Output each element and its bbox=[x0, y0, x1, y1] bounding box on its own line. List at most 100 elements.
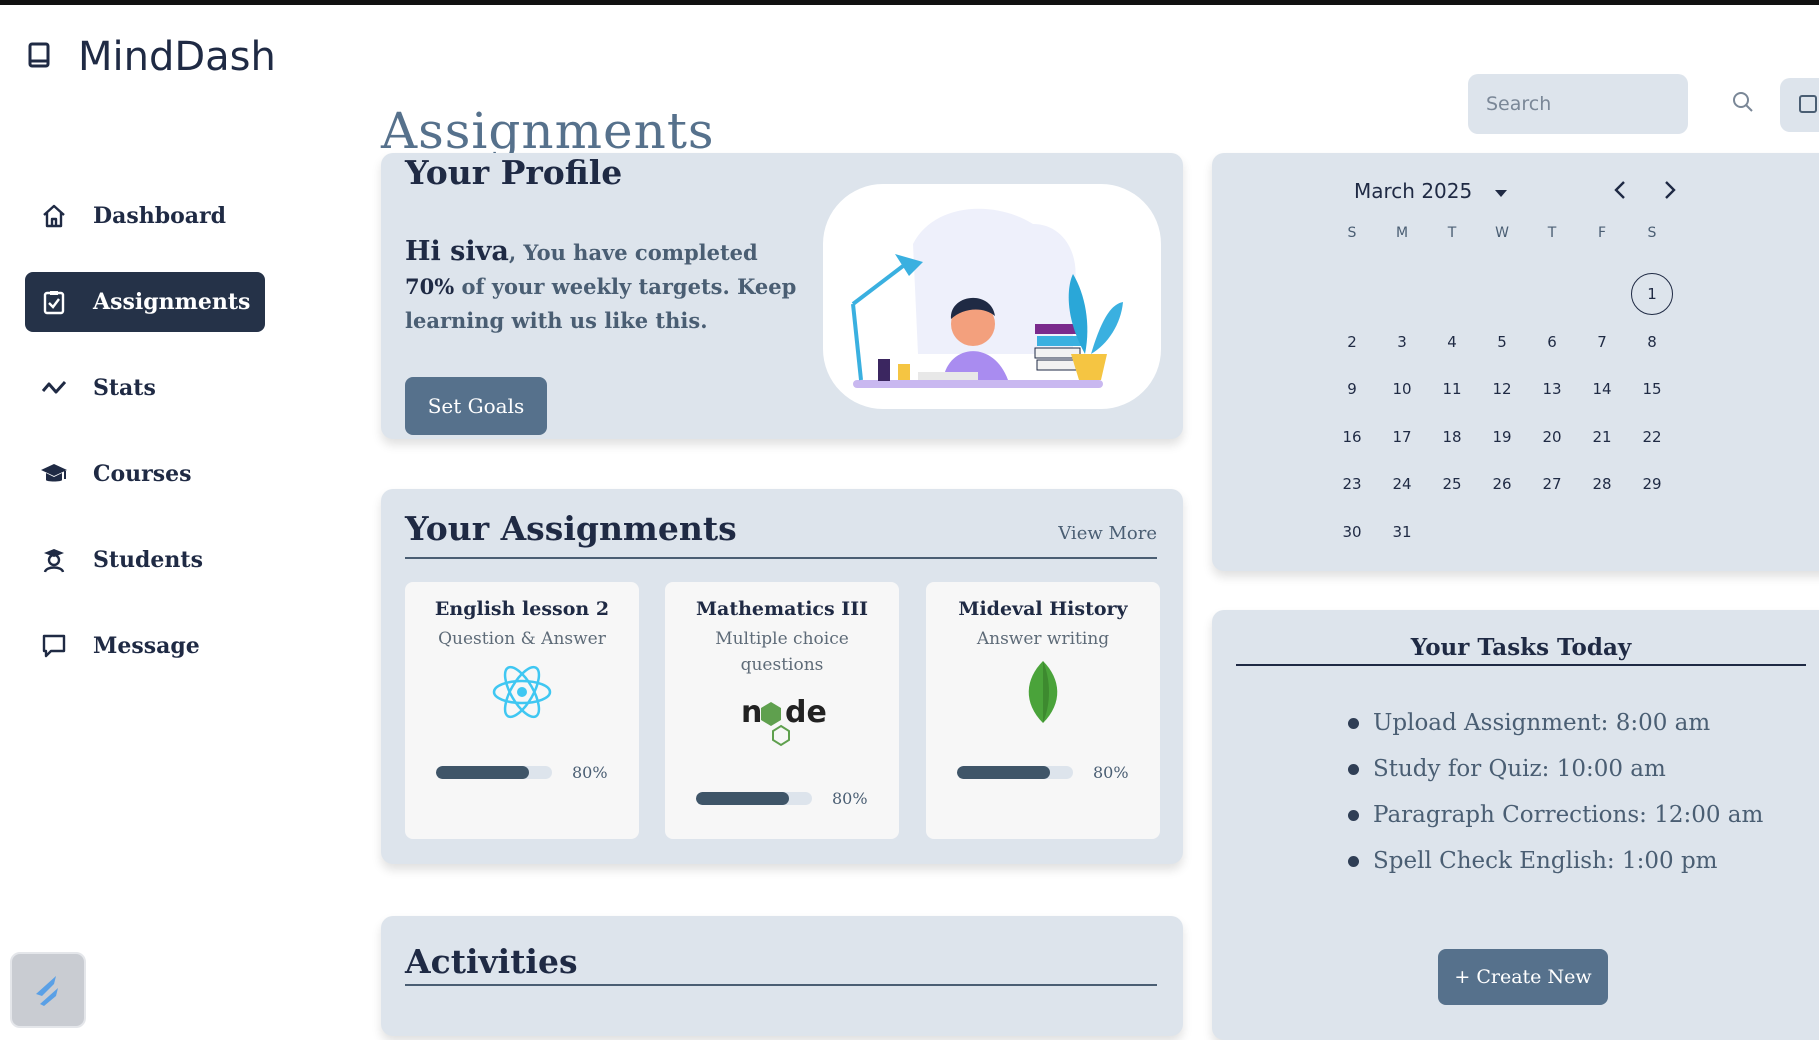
sidebar-item-students[interactable]: Students bbox=[25, 530, 265, 590]
weekday-header: S bbox=[1647, 225, 1657, 241]
chat-icon bbox=[39, 631, 69, 661]
calendar-day[interactable]: 16 bbox=[1327, 413, 1377, 461]
assignment-subtitle: Answer writing bbox=[976, 629, 1110, 649]
sidebar-item-assignments[interactable]: Assignments bbox=[25, 272, 265, 332]
sidebar-item-label: Courses bbox=[93, 461, 192, 487]
weekday-header: F bbox=[1597, 225, 1607, 241]
calendar-day[interactable]: 12 bbox=[1477, 366, 1527, 414]
calendar-day[interactable]: 24 bbox=[1377, 461, 1427, 509]
set-goals-button[interactable]: Set Goals bbox=[405, 377, 547, 435]
graduation-cap-icon bbox=[39, 459, 69, 489]
divider bbox=[405, 557, 1157, 559]
assignment-subtitle: Question & Answer bbox=[438, 629, 606, 649]
calendar-day[interactable]: 15 bbox=[1627, 366, 1677, 414]
calendar-day[interactable]: 29 bbox=[1627, 461, 1677, 509]
calendar-day[interactable]: 9 bbox=[1327, 366, 1377, 414]
calendar-day[interactable]: 30 bbox=[1327, 508, 1377, 556]
sidebar-item-courses[interactable]: Courses bbox=[25, 444, 265, 504]
calendar-day[interactable]: 1 bbox=[1627, 271, 1677, 319]
assignment-card[interactable]: Mideval History Answer writing 80% bbox=[926, 582, 1160, 839]
sidebar-item-stats[interactable]: Stats bbox=[25, 358, 265, 418]
calendar-day[interactable]: 2 bbox=[1327, 318, 1377, 366]
assignment-title: Mathematics III bbox=[696, 598, 868, 620]
svg-text:n: n bbox=[741, 695, 762, 730]
assignments-card: Your Assignments View More English lesso… bbox=[381, 489, 1183, 864]
month-label: March 2025 bbox=[1354, 179, 1473, 203]
calendar-day[interactable]: 20 bbox=[1527, 413, 1577, 461]
activities-title: Activities bbox=[405, 942, 578, 981]
calendar-day[interactable]: 3 bbox=[1377, 318, 1427, 366]
chevron-right-icon[interactable] bbox=[1662, 179, 1678, 205]
sidebar-item-message[interactable]: Message bbox=[25, 616, 265, 676]
progress-bar bbox=[957, 766, 1073, 779]
divider bbox=[405, 984, 1157, 986]
calendar-day[interactable]: 10 bbox=[1377, 366, 1427, 414]
calendar-day[interactable]: 5 bbox=[1477, 318, 1527, 366]
calendar-day[interactable]: 13 bbox=[1527, 366, 1577, 414]
calendar-day[interactable]: 19 bbox=[1477, 413, 1527, 461]
calendar-day[interactable]: 14 bbox=[1577, 366, 1627, 414]
assignment-card[interactable]: English lesson 2 Question & Answer 80% bbox=[405, 582, 639, 839]
activities-card: Activities bbox=[381, 916, 1183, 1036]
view-more-link[interactable]: View More bbox=[1058, 523, 1157, 544]
assignment-title: English lesson 2 bbox=[434, 598, 610, 620]
task-item: Spell Check English: 1:00 pm bbox=[1348, 838, 1763, 884]
calendar-empty-cell bbox=[1327, 271, 1377, 319]
node-logo-icon: n de bbox=[737, 686, 827, 750]
react-logo-icon bbox=[477, 660, 567, 724]
calendar-day[interactable]: 4 bbox=[1427, 318, 1477, 366]
weekday-header: T bbox=[1547, 225, 1557, 241]
sidebar-item-dashboard[interactable]: Dashboard bbox=[25, 186, 265, 246]
weekday-header: M bbox=[1395, 225, 1409, 241]
calendar-day[interactable]: 31 bbox=[1377, 508, 1427, 556]
calendar-day[interactable]: 18 bbox=[1427, 413, 1477, 461]
search-box bbox=[1468, 74, 1753, 134]
month-navigation bbox=[1612, 179, 1678, 205]
chevron-left-icon[interactable] bbox=[1612, 179, 1628, 205]
top-border bbox=[0, 0, 1819, 5]
progress-bar bbox=[696, 792, 812, 805]
brand-name: MindDash bbox=[78, 34, 276, 80]
assignment-progress: 80% bbox=[436, 763, 608, 782]
calendar-day[interactable]: 8 bbox=[1627, 318, 1677, 366]
search-icon[interactable] bbox=[1731, 90, 1755, 118]
calendar-day[interactable]: 28 bbox=[1577, 461, 1627, 509]
task-item: Upload Assignment: 8:00 am bbox=[1348, 700, 1763, 746]
create-new-button[interactable]: + Create New bbox=[1438, 949, 1608, 1005]
assignment-card[interactable]: Mathematics III Multiple choice question… bbox=[665, 582, 899, 839]
calendar-day[interactable]: 25 bbox=[1427, 461, 1477, 509]
extension-button[interactable] bbox=[10, 952, 86, 1028]
calendar-empty-cell bbox=[1527, 508, 1577, 556]
task-item: Study for Quiz: 10:00 am bbox=[1348, 746, 1763, 792]
sidebar-item-label: Assignments bbox=[93, 289, 251, 315]
sidebar-nav: Dashboard Assignments Stats Courses Stud… bbox=[25, 186, 265, 702]
calendar-day[interactable]: 11 bbox=[1427, 366, 1477, 414]
calendar-day[interactable]: 17 bbox=[1377, 413, 1427, 461]
calendar-empty-cell bbox=[1627, 508, 1677, 556]
month-select[interactable]: March 2025 bbox=[1354, 179, 1508, 203]
calendar-day[interactable]: 21 bbox=[1577, 413, 1627, 461]
calendar-empty-cell bbox=[1427, 508, 1477, 556]
calendar-day[interactable]: 27 bbox=[1527, 461, 1577, 509]
header-action-button[interactable] bbox=[1780, 78, 1819, 132]
task-item: Paragraph Corrections: 12:00 am bbox=[1348, 792, 1763, 838]
calendar-empty-cell bbox=[1477, 271, 1527, 319]
selected-day-label: 1 bbox=[1631, 273, 1673, 316]
calendar-day[interactable]: 26 bbox=[1477, 461, 1527, 509]
calendar-day[interactable]: 7 bbox=[1577, 318, 1627, 366]
brand[interactable]: MindDash bbox=[28, 34, 276, 80]
lightning-icon bbox=[12, 976, 80, 1026]
search-input[interactable] bbox=[1484, 92, 1731, 116]
progress-value: 80% bbox=[572, 763, 608, 782]
sidebar-item-label: Stats bbox=[93, 375, 156, 401]
open-window-icon bbox=[1798, 92, 1819, 118]
calendar-day[interactable]: 23 bbox=[1327, 461, 1377, 509]
profile-message: Hi siva, You have completed 70% of your … bbox=[405, 235, 805, 338]
calendar-day[interactable]: 6 bbox=[1527, 318, 1577, 366]
assignments-title: Your Assignments bbox=[405, 509, 737, 548]
tasks-card: Your Tasks Today Upload Assignment: 8:00… bbox=[1212, 610, 1819, 1040]
profile-percent: 70% bbox=[405, 274, 455, 299]
calendar-card: March 2025 S M T W T F S 1 2 3 4 5 6 7 8 9 10 11 12 13 14 15 1… bbox=[1212, 153, 1819, 571]
calendar-day[interactable]: 22 bbox=[1627, 413, 1677, 461]
profile-message-part-a: , You have completed bbox=[508, 240, 758, 265]
